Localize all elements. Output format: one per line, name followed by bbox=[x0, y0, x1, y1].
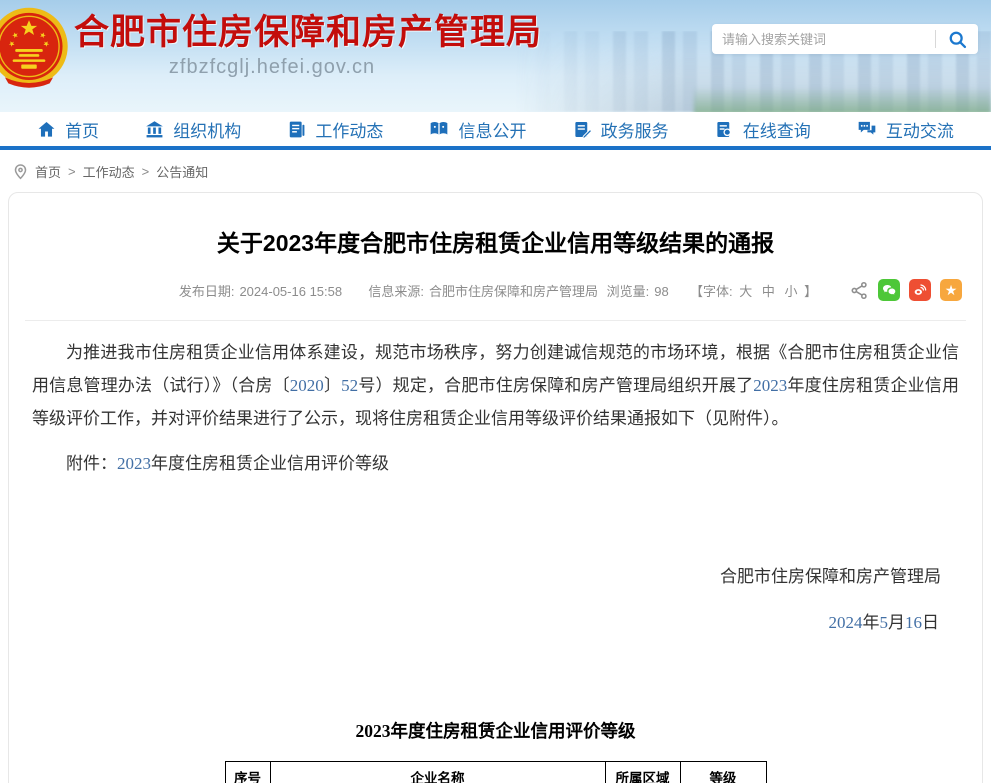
col-header-district: 所属区域 bbox=[605, 762, 680, 783]
col-header-grade: 等级 bbox=[680, 762, 766, 783]
nav-item-label: 信息公开 bbox=[458, 117, 526, 142]
font-size-suffix: 】 bbox=[804, 284, 817, 299]
credit-grade-table: 序号 企业名称 所属区域 等级 1 合肥市住房租赁发展股份有限公司 蜀山区 AA… bbox=[225, 761, 767, 783]
nav-item-label: 工作动态 bbox=[315, 117, 383, 142]
site-title: 合肥市住房保障和房产管理局 bbox=[74, 13, 470, 53]
park-background bbox=[694, 82, 991, 112]
page: 合肥市住房保障和房产管理局 zfbzfcglj.hefei.gov.cn 首页 bbox=[0, 0, 991, 783]
article-body: 为推进我市住房租赁企业信用体系建设，规范市场秩序，努力创建诚信规范的市场环境，根… bbox=[25, 336, 966, 783]
article-container: 关于2023年度合肥市住房租赁企业信用等级结果的通报 发布日期: 2024-05-… bbox=[8, 192, 983, 783]
signature-date: 2024年5月16日 bbox=[32, 606, 959, 639]
chat-icon bbox=[857, 119, 877, 139]
search-input[interactable] bbox=[712, 32, 935, 47]
article-meta: 发布日期: 2024-05-16 15:58 信息来源: 合肥市住房保障和房产管理局… bbox=[25, 281, 966, 305]
nav-item-interaction[interactable]: 互动交流 bbox=[857, 117, 954, 142]
nav-item-home[interactable]: 首页 bbox=[37, 117, 99, 142]
attachment-line[interactable]: 附件：2023年度住房租赁企业信用评价等级 bbox=[32, 447, 959, 480]
open-book-icon bbox=[429, 119, 449, 139]
nav-item-label: 在线查询 bbox=[743, 117, 811, 142]
favorite-star-icon[interactable]: ★ bbox=[940, 279, 962, 301]
breadcrumb-work-news[interactable]: 工作动态 bbox=[83, 162, 135, 181]
table-header-row: 序号 企业名称 所属区域 等级 bbox=[225, 762, 766, 783]
search-box bbox=[712, 24, 978, 54]
source-value: 合肥市住房保障和房产管理局 bbox=[429, 284, 598, 299]
share-icon[interactable] bbox=[850, 281, 869, 300]
article-paragraph: 为推进我市住房租赁企业信用体系建设，规范市场秩序，努力创建诚信规范的市场环境，根… bbox=[32, 336, 959, 435]
nav-item-label: 组织机构 bbox=[173, 117, 241, 142]
weibo-share-icon[interactable] bbox=[909, 279, 931, 301]
font-size-prefix: 【字体: bbox=[690, 284, 733, 299]
nav-item-label: 政务服务 bbox=[601, 117, 669, 142]
font-size-large[interactable]: 大 bbox=[739, 284, 752, 299]
breadcrumb-separator: > bbox=[68, 164, 76, 179]
attachment-table-title: 2023年度住房租赁企业信用评价等级 bbox=[32, 715, 959, 748]
search-icon bbox=[947, 29, 968, 50]
publish-date-label: 发布日期: bbox=[179, 284, 235, 299]
signature-org: 合肥市住房保障和房产管理局 bbox=[32, 560, 959, 593]
national-emblem-logo bbox=[0, 6, 72, 92]
header-banner: 合肥市住房保障和房产管理局 zfbzfcglj.hefei.gov.cn bbox=[0, 0, 991, 112]
breadcrumb-separator: > bbox=[142, 164, 150, 179]
breadcrumb-home[interactable]: 首页 bbox=[35, 162, 61, 181]
nav-item-online-query[interactable]: 在线查询 bbox=[715, 117, 811, 142]
search-button[interactable] bbox=[936, 24, 978, 54]
breadcrumb-notice[interactable]: 公告通知 bbox=[156, 162, 208, 181]
article-title: 关于2023年度合肥市住房租赁企业信用等级结果的通报 bbox=[25, 224, 966, 258]
nav-item-info-disclosure[interactable]: 信息公开 bbox=[429, 117, 526, 142]
nav-item-label: 互动交流 bbox=[886, 117, 954, 142]
nav-item-news[interactable]: 工作动态 bbox=[287, 117, 383, 142]
nav-item-label: 首页 bbox=[65, 117, 99, 142]
publish-date-value: 2024-05-16 15:58 bbox=[239, 284, 342, 299]
source-label: 信息来源: bbox=[368, 284, 424, 299]
breadcrumb: 首页 > 工作动态 > 公告通知 bbox=[0, 150, 991, 192]
col-header-company: 企业名称 bbox=[270, 762, 605, 783]
meta-divider bbox=[25, 320, 966, 321]
nav-item-organization[interactable]: 组织机构 bbox=[145, 117, 241, 142]
views-value: 98 bbox=[654, 284, 668, 299]
main-navigation: 首页 组织机构 工作动态 信息公开 bbox=[0, 112, 991, 150]
news-icon bbox=[287, 120, 306, 139]
font-size-medium[interactable]: 中 bbox=[762, 284, 775, 299]
home-icon bbox=[37, 120, 56, 139]
views-label: 浏览量: bbox=[607, 284, 650, 299]
wechat-share-icon[interactable] bbox=[878, 279, 900, 301]
location-pin-icon bbox=[13, 163, 28, 180]
site-identity: 合肥市住房保障和房产管理局 zfbzfcglj.hefei.gov.cn bbox=[74, 13, 470, 79]
share-toolbar: ★ bbox=[850, 279, 962, 301]
query-search-icon bbox=[715, 120, 734, 139]
institution-icon bbox=[145, 120, 164, 139]
site-url: zfbzfcglj.hefei.gov.cn bbox=[74, 56, 470, 79]
nav-item-services[interactable]: 政务服务 bbox=[573, 117, 669, 142]
service-pen-icon bbox=[573, 120, 592, 139]
font-size-small[interactable]: 小 bbox=[785, 284, 798, 299]
col-header-no: 序号 bbox=[225, 762, 270, 783]
